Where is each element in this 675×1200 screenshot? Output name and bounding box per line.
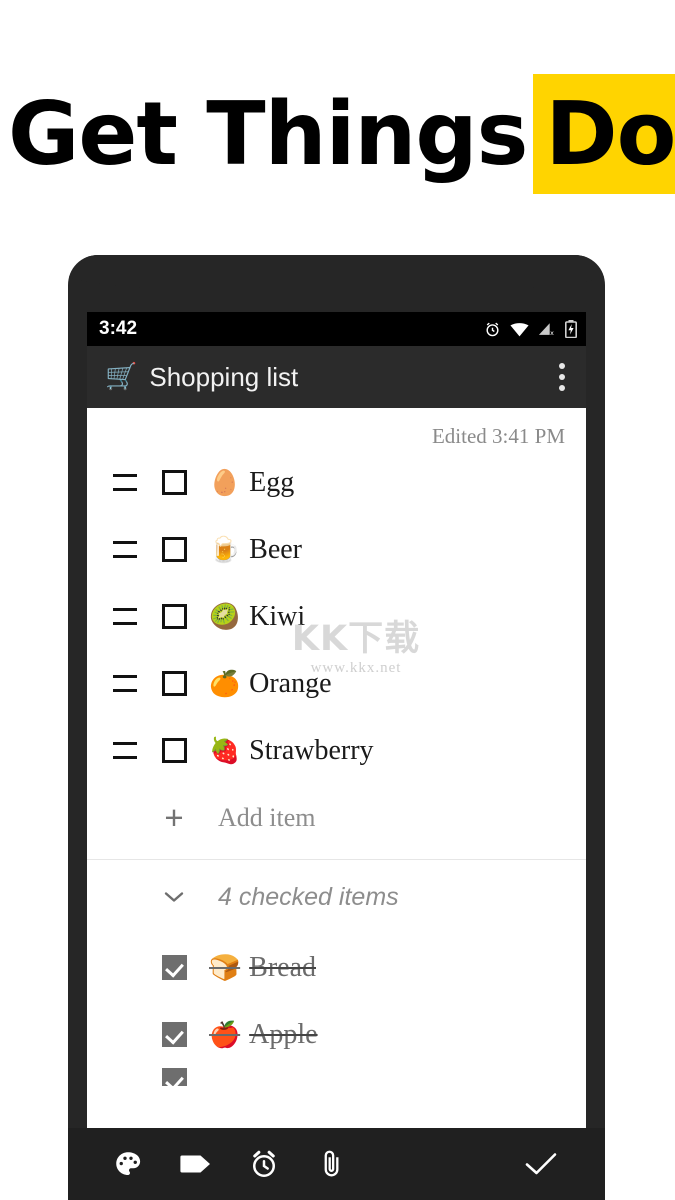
svg-text:x: x xyxy=(550,329,554,336)
note-body: Edited 3:41 PM 🥚 Egg 🍺 Beer 🥝 Kiwi 🍊 Ora… xyxy=(87,408,586,1128)
list-item[interactable]: 🥚 Egg xyxy=(87,449,586,516)
list-item[interactable]: 🥝 Kiwi xyxy=(87,583,586,650)
checkbox-cell[interactable] xyxy=(147,1022,201,1047)
checkbox-cell[interactable] xyxy=(147,738,201,763)
chevron-down-icon[interactable] xyxy=(147,890,201,904)
overflow-menu-icon[interactable] xyxy=(558,363,572,391)
checkbox-unchecked xyxy=(161,604,187,629)
checkbox-cell[interactable] xyxy=(147,1068,201,1086)
bottom-toolbar xyxy=(68,1128,605,1200)
palette-icon[interactable] xyxy=(94,1149,162,1179)
checkbox-cell[interactable] xyxy=(147,604,201,629)
checkbox-unchecked xyxy=(161,671,187,696)
bread-icon: 🍞 xyxy=(209,953,241,982)
shopping-cart-icon: 🛒 xyxy=(105,362,138,392)
kiwi-icon: 🥝 xyxy=(209,602,241,631)
battery-charging-icon xyxy=(565,320,577,338)
list-item-label[interactable]: Strawberry xyxy=(249,735,373,767)
checkbox-checked xyxy=(161,1068,187,1086)
phone-bezel-top xyxy=(68,255,605,289)
egg-icon: 🥚 xyxy=(209,468,241,497)
drag-handle-icon[interactable] xyxy=(103,608,147,625)
beer-icon: 🍺 xyxy=(209,535,241,564)
checkbox-unchecked xyxy=(161,470,187,495)
list-item[interactable]: 🍺 Beer xyxy=(87,516,586,583)
status-time: 3:42 xyxy=(99,318,138,339)
status-bar: 3:42 x xyxy=(87,312,586,346)
plus-icon[interactable]: + xyxy=(147,801,201,834)
phone-screen: 3:42 x 🛒 Shopping list Edited 3:41 PM 🥚 … xyxy=(87,312,586,1128)
edited-timestamp: Edited 3:41 PM xyxy=(431,424,565,448)
list-item-label[interactable]: Kiwi xyxy=(249,601,305,633)
checkbox-cell[interactable] xyxy=(147,955,201,980)
list-item-label[interactable]: Bread xyxy=(249,952,316,984)
checked-section-header[interactable]: 4 checked items xyxy=(87,860,586,934)
checkbox-unchecked xyxy=(161,738,187,763)
wifi-icon xyxy=(510,322,529,337)
drag-handle-icon[interactable] xyxy=(103,675,147,692)
list-item-label[interactable]: Beer xyxy=(249,534,302,566)
checkbox-cell[interactable] xyxy=(147,671,201,696)
checkbox-checked xyxy=(161,955,187,980)
add-item-label[interactable]: Add item xyxy=(218,803,316,833)
strawberry-icon: 🍓 xyxy=(209,736,241,765)
list-item-label[interactable]: Egg xyxy=(249,467,294,499)
page-title: Get ThingsDone xyxy=(0,74,675,194)
apple-icon: 🍎 xyxy=(209,1020,241,1049)
list-item-label[interactable]: Orange xyxy=(249,668,331,700)
drag-handle-icon[interactable] xyxy=(103,541,147,558)
add-item-row[interactable]: + Add item xyxy=(87,784,586,851)
checkbox-cell[interactable] xyxy=(147,537,201,562)
list-item[interactable]: 🍊 Orange xyxy=(87,650,586,717)
checkbox-unchecked xyxy=(161,537,187,562)
tag-icon[interactable] xyxy=(162,1152,230,1176)
page-title-plain: Get Things xyxy=(8,83,528,185)
list-item-checked-partial[interactable] xyxy=(87,1068,586,1086)
note-title[interactable]: Shopping list xyxy=(149,362,298,393)
list-item[interactable]: 🍓 Strawberry xyxy=(87,717,586,784)
orange-icon: 🍊 xyxy=(209,669,241,698)
page-title-highlight: Done xyxy=(533,74,675,194)
drag-handle-icon[interactable] xyxy=(103,742,147,759)
app-bar: 🛒 Shopping list xyxy=(87,346,586,408)
list-item-checked[interactable]: 🍎 Apple xyxy=(87,1001,586,1068)
list-item-checked[interactable]: 🍞 Bread xyxy=(87,934,586,1001)
signal-no-service-icon: x xyxy=(538,322,556,337)
status-icons: x xyxy=(484,320,577,338)
checkbox-cell[interactable] xyxy=(147,470,201,495)
phone-mockup: 3:42 x 🛒 Shopping list Edited 3:41 PM 🥚 … xyxy=(68,255,605,1200)
alarm-icon xyxy=(484,321,501,338)
drag-handle-icon[interactable] xyxy=(103,474,147,491)
checked-items-count: 4 checked items xyxy=(218,882,399,911)
alarm-clock-icon[interactable] xyxy=(230,1149,298,1179)
list-item-label[interactable]: Apple xyxy=(249,1019,317,1051)
checkbox-checked xyxy=(161,1022,187,1047)
check-icon[interactable] xyxy=(507,1151,575,1177)
paperclip-icon[interactable] xyxy=(298,1149,366,1179)
